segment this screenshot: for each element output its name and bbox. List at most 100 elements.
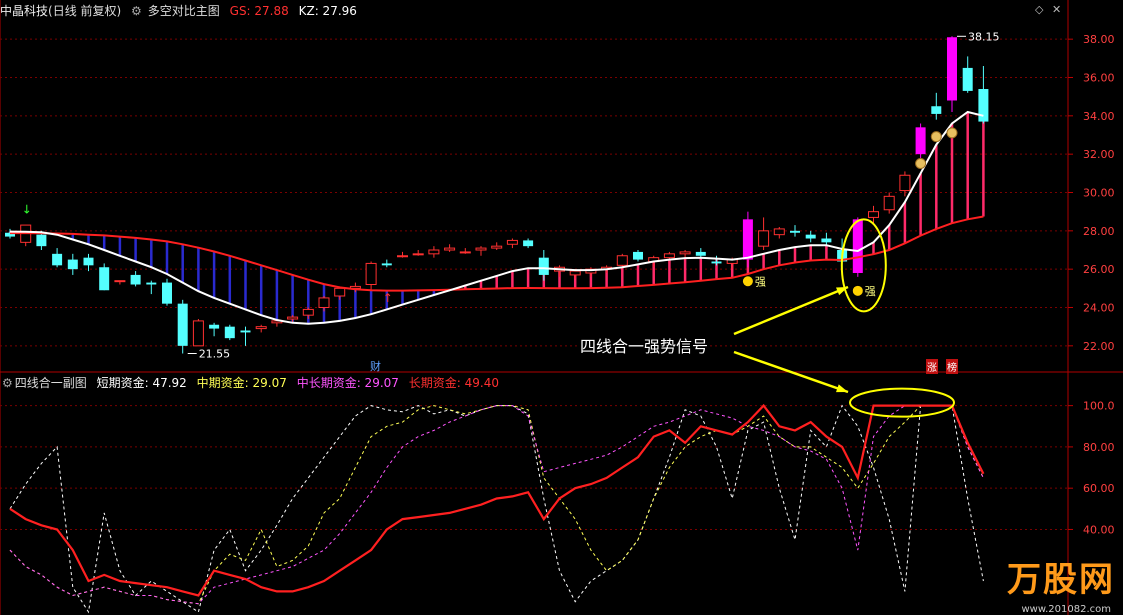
diamond-icon[interactable]: ◇ [1035, 3, 1043, 16]
candle-body [569, 270, 581, 276]
period-label[interactable]: (日线 前复权) [48, 4, 121, 18]
candle-body [83, 257, 94, 266]
candle-body [334, 287, 346, 297]
signal-ellipse-main [840, 218, 887, 313]
sub-tick-label: 40.00 [1083, 523, 1115, 536]
sub-lines [9, 403, 985, 614]
candle-body [962, 67, 973, 91]
candle-body [36, 234, 47, 247]
money-bag-icon [930, 131, 942, 143]
sub-line-1 [9, 404, 984, 614]
price-axis: 22.00 24.00 26.00 28.00 30.00 32.00 34.00 36.00… [1068, 33, 1115, 353]
sub-line-4 [9, 403, 985, 597]
candle-body [114, 280, 126, 283]
candle-body [365, 262, 377, 285]
chart-canvas[interactable]: 22.00 24.00 26.00 28.00 30.00 32.00 34.00 36.00… [0, 0, 1123, 615]
candle-body [790, 230, 800, 233]
finance-marker[interactable]: 财 [370, 358, 381, 374]
sub-indicator-name[interactable]: 四线合一副图 [15, 376, 87, 390]
gs-value: GS: 27.88 [229, 4, 289, 18]
candle-body [287, 316, 299, 320]
candle-body [146, 282, 157, 285]
price-tick-label: 34.00 [1083, 110, 1115, 123]
candle-body [883, 195, 895, 211]
bang-marker[interactable]: 榜 [946, 359, 958, 374]
candle-body [679, 251, 691, 255]
price-tick-label: 36.00 [1083, 72, 1115, 85]
up-arrow-icon: ↑ [383, 291, 393, 305]
candle-body [130, 274, 141, 285]
zhang-marker[interactable]: 涨 [926, 359, 938, 374]
sub-tick-label: 60.00 [1083, 482, 1115, 495]
candle-body [255, 326, 267, 330]
main-header: 中晶科技(日线 前复权) ⚙ 多空对比主图 GS: 27.88 KZ: 27.96 [0, 2, 363, 20]
annotation-arrow-down-head [836, 384, 848, 393]
candle-body [240, 330, 251, 333]
sub-line-3 [9, 405, 984, 605]
candle-body [381, 263, 392, 266]
start-arrow-icon: ↓ [22, 203, 32, 217]
candle-body [475, 247, 487, 251]
price-tick-label: 26.00 [1083, 263, 1115, 276]
candle-body [523, 240, 534, 247]
price-tick-label: 38.00 [1083, 33, 1115, 46]
candle-body [397, 255, 408, 258]
candle-body [633, 251, 643, 260]
candle-body [177, 303, 188, 346]
watermark-logo: 万股网 [1007, 560, 1115, 600]
sub-settings-icon[interactable]: ⚙ [2, 376, 13, 390]
candle-body [67, 259, 78, 270]
candle-body [491, 245, 503, 249]
candle-body [99, 267, 110, 291]
stock-name[interactable]: 中晶科技 [0, 4, 48, 18]
mid-fund-value: 中期资金: 29.07 [196, 376, 287, 390]
kz-value: KZ: 27.96 [298, 4, 357, 18]
signal-ellipse-sub [849, 387, 955, 418]
candle-body [209, 324, 220, 329]
sub-header: ⚙ 四线合一副图 短期资金: 47.92 中期资金: 29.07 中长期资金: 2… [2, 374, 505, 392]
candle-body [428, 249, 440, 255]
long-fund-value: 长期资金: 49.40 [408, 376, 499, 390]
smile-icon [742, 276, 753, 287]
candle-body [947, 37, 957, 101]
candle-body [506, 239, 518, 245]
candle-body [459, 251, 471, 254]
short-fund-value: 短期资金: 47.92 [96, 376, 187, 390]
candle-body [899, 174, 911, 192]
candle-body [742, 219, 753, 260]
strong-label: 强 [865, 285, 876, 298]
candle-body [52, 253, 63, 266]
candles[interactable] [5, 36, 989, 354]
candle-body [162, 282, 172, 304]
close-icon[interactable]: ✕ [1052, 3, 1061, 16]
candle-body [302, 308, 314, 316]
candle-body [663, 253, 675, 259]
sub-axis: 40.00 60.00 80.00 100.0 [1068, 400, 1115, 536]
candle-body [978, 89, 989, 122]
candle-body [821, 238, 832, 243]
price-tick-label: 22.00 [1083, 340, 1115, 353]
low-price-label: 21.55 [199, 348, 231, 361]
price-tick-label: 24.00 [1083, 302, 1115, 315]
candle-body [915, 127, 926, 155]
indicator-settings-icon[interactable]: ⚙ [131, 4, 142, 18]
candle-body [318, 297, 330, 308]
signal-annotation: 四线合一强势信号 [578, 333, 711, 357]
sub-tick-label: 80.00 [1083, 441, 1115, 454]
candle-body [412, 253, 424, 256]
sub-tick-label: 100.0 [1083, 400, 1115, 413]
price-tick-label: 28.00 [1083, 225, 1115, 238]
sub-line-2 [9, 405, 984, 605]
high-price-label: 38.15 [968, 30, 1000, 43]
midlong-fund-value: 中长期资金: 29.07 [296, 376, 399, 390]
smile-icon [852, 285, 863, 296]
candle-body [224, 326, 235, 339]
price-tick-label: 32.00 [1083, 148, 1115, 161]
candle-body [868, 211, 879, 218]
candle-body [538, 257, 549, 275]
watermark-url: www.201082.com [1021, 604, 1111, 615]
candle-body [695, 251, 706, 256]
candle-body [711, 261, 722, 264]
money-bag-icon [946, 127, 958, 139]
main-indicator-name[interactable]: 多空对比主图 [148, 4, 220, 18]
